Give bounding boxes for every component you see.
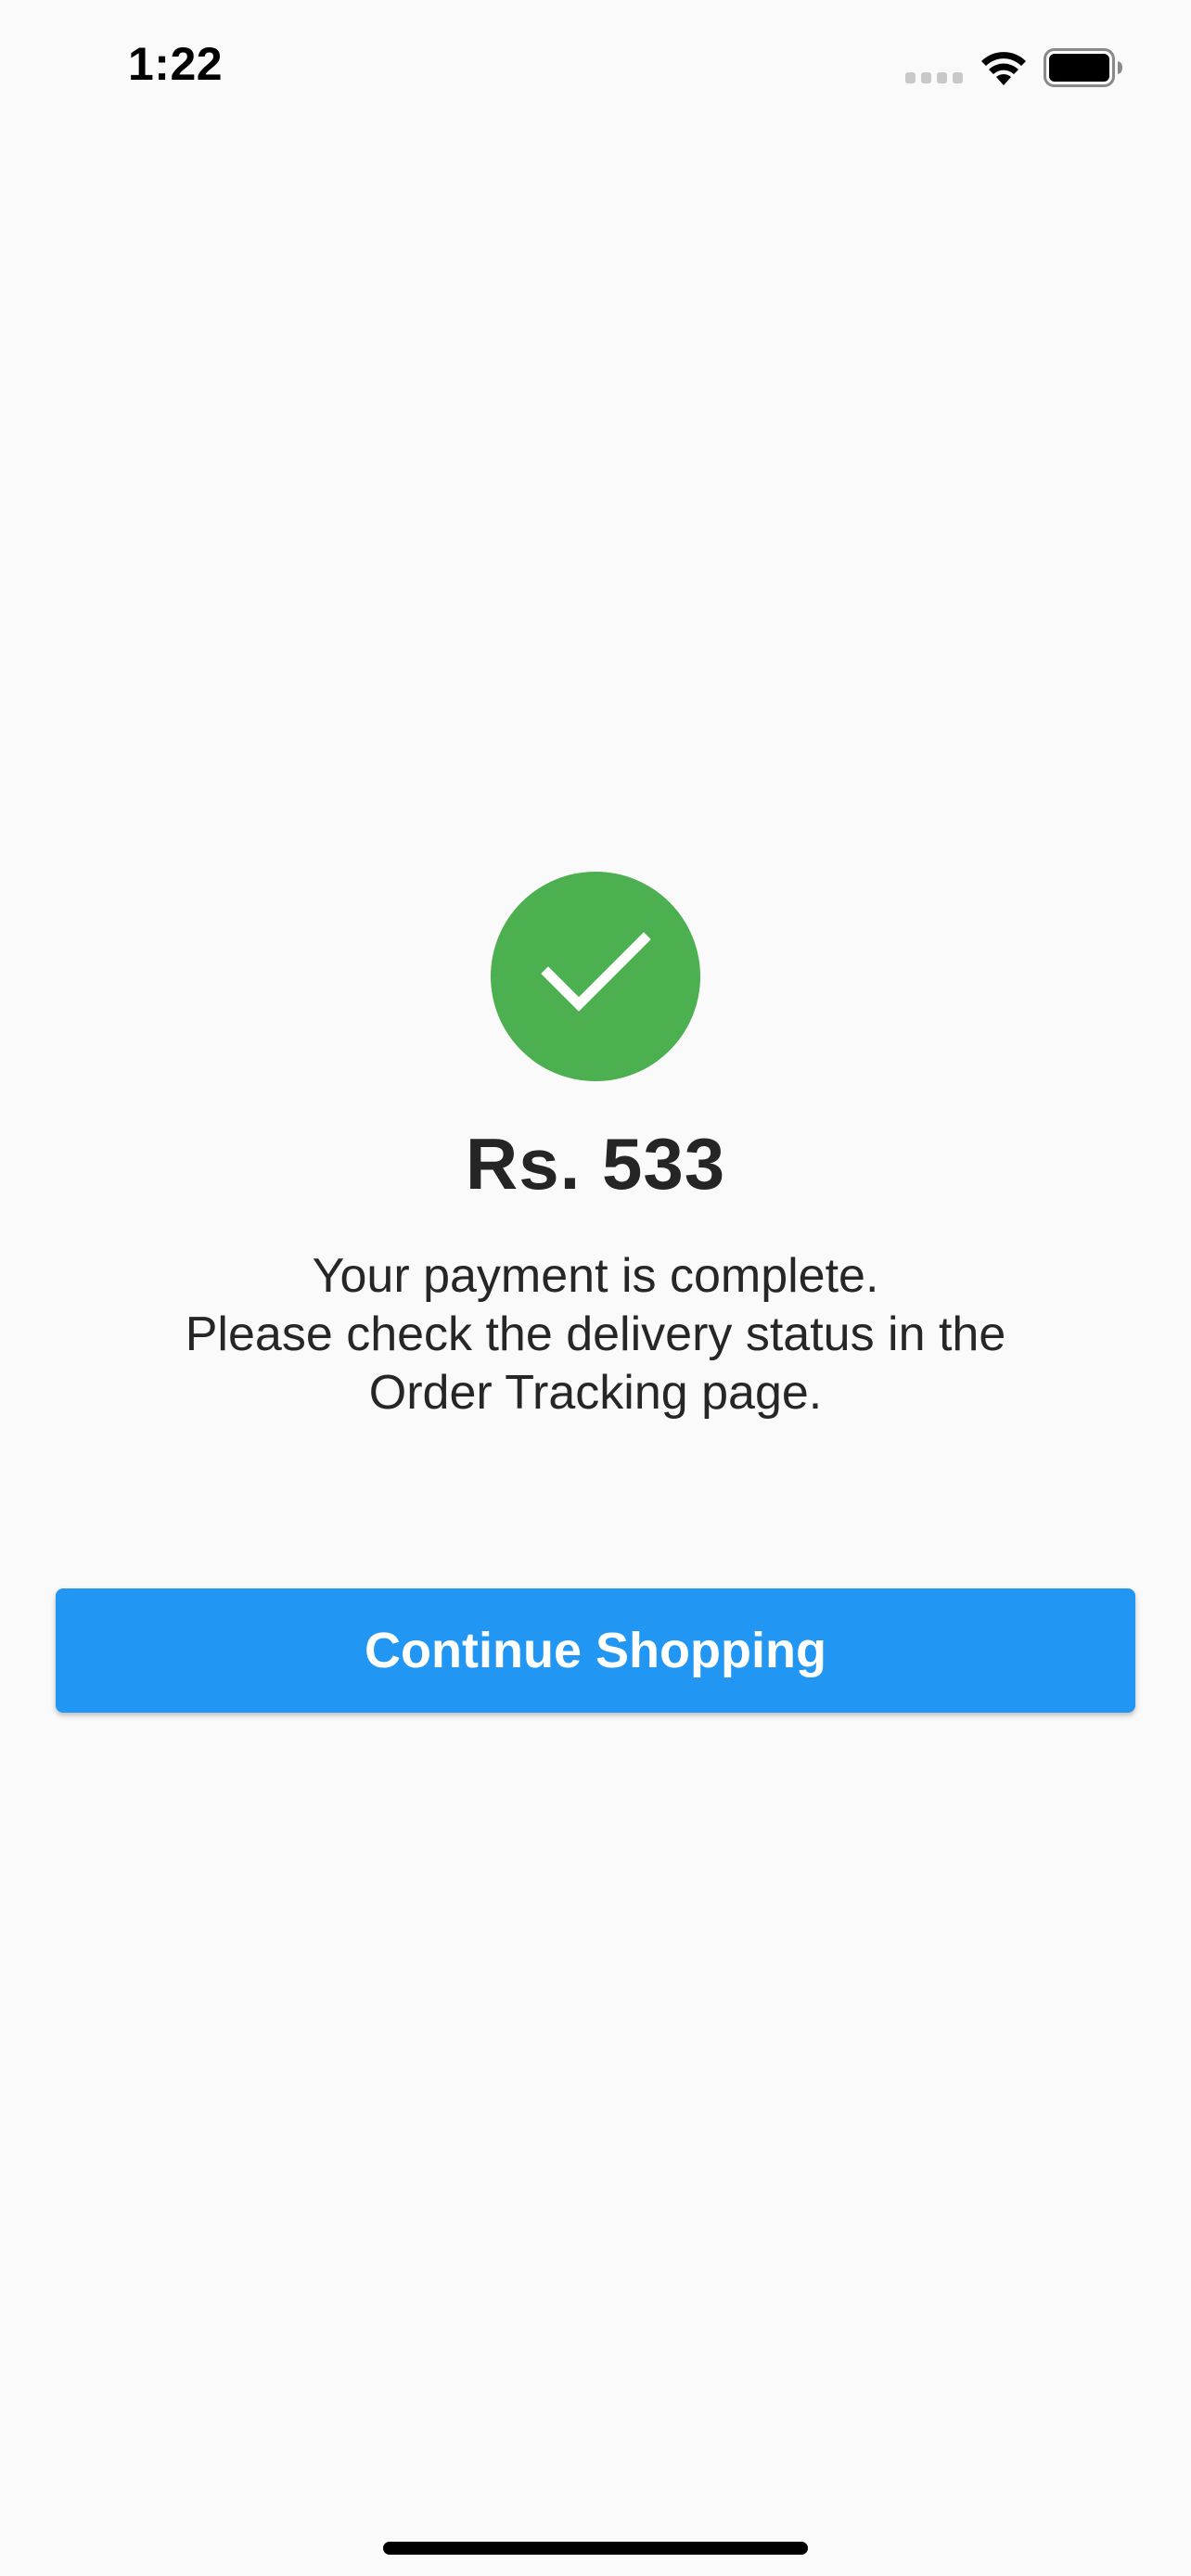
success-check-icon: [491, 872, 700, 1081]
payment-message-line: Your payment is complete.: [312, 1249, 879, 1303]
home-indicator[interactable]: [383, 2542, 808, 2555]
payment-message-line: Order Tracking page.: [368, 1366, 823, 1420]
payment-message-line: Please check the delivery status in the: [185, 1307, 1006, 1361]
battery-icon: [1044, 48, 1122, 87]
payment-message: Your payment is complete. Please check t…: [93, 1247, 1098, 1422]
payment-amount: Rs. 533: [465, 1123, 726, 1205]
continue-shopping-button[interactable]: Continue Shopping: [56, 1588, 1135, 1713]
status-time: 1:22: [128, 38, 224, 90]
wifi-icon: [981, 52, 1026, 85]
status-bar: 1:22: [0, 0, 1191, 130]
cellular-signal-icon: [905, 72, 963, 83]
checkmark-icon: [541, 932, 651, 1012]
